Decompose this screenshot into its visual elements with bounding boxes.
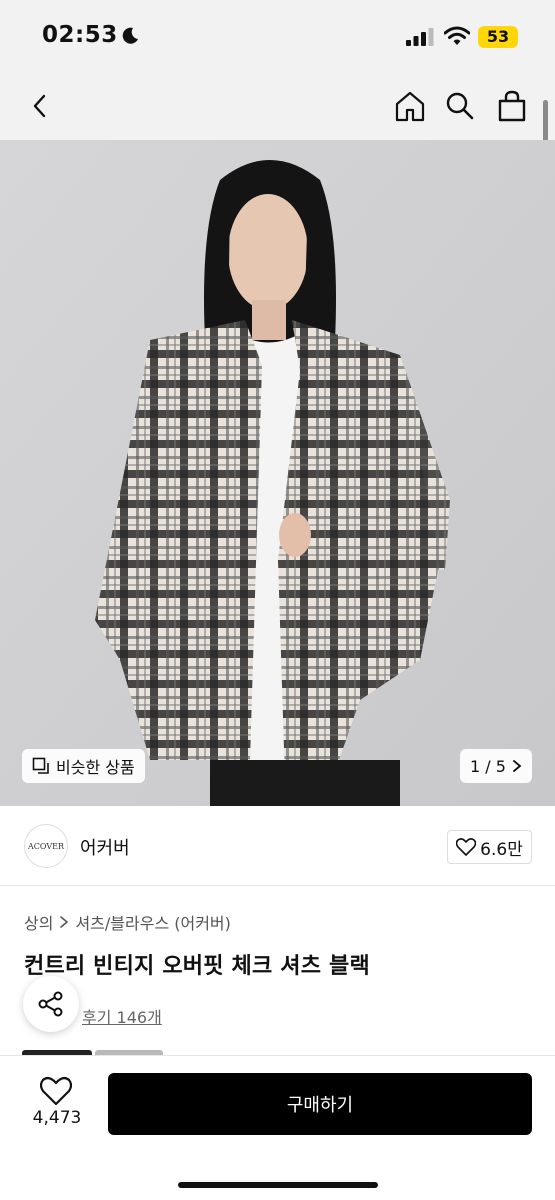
battery-icon: 53 (478, 26, 518, 48)
share-button[interactable] (23, 976, 79, 1032)
buy-button[interactable]: 구매하기 (108, 1073, 532, 1135)
brand-like-count: 6.6만 (480, 839, 523, 860)
reviews-link[interactable]: 후기 146개 (82, 1004, 162, 1028)
product-photo (0, 140, 555, 806)
search-button[interactable] (442, 88, 478, 124)
chevron-right-icon (60, 916, 69, 928)
battery-level: 53 (486, 27, 510, 46)
status-bar: 02:53 53 (0, 0, 555, 74)
image-pager[interactable]: 1 / 5 (460, 749, 532, 783)
status-time: 02:53 (42, 22, 118, 48)
moon-icon (122, 27, 138, 44)
breadcrumb-item-category[interactable]: 상의 (24, 910, 53, 934)
chevron-right-icon (513, 760, 522, 772)
breadcrumb-item-subcategory[interactable]: 셔츠/블라우스 (어커버) (75, 910, 230, 934)
bottom-action-bar: 4,473 구매하기 (0, 1055, 555, 1200)
breadcrumb: 상의 셔츠/블라우스 (어커버) (24, 910, 231, 934)
buy-button-label: 구매하기 (286, 1095, 354, 1116)
back-arrow-icon (33, 94, 46, 118)
brand-logo[interactable]: ACOVER (24, 824, 68, 868)
search-icon (446, 92, 474, 120)
cart-button[interactable] (494, 88, 530, 124)
similar-products-icon (32, 757, 49, 774)
share-icon (38, 991, 63, 1017)
product-title: 컨트리 빈티지 오버핏 체크 셔츠 블랙 (24, 954, 370, 979)
product-image[interactable]: 비슷한 상품 1 / 5 (0, 140, 555, 806)
similar-products-button[interactable]: 비슷한 상품 (22, 749, 145, 783)
brand-like-button[interactable]: 6.6만 (447, 830, 532, 864)
pager-text: 1 / 5 (470, 756, 506, 776)
wifi-icon (444, 26, 470, 45)
brand-name[interactable]: 어커버 (80, 834, 130, 860)
home-icon (395, 91, 425, 122)
back-button[interactable] (22, 88, 58, 124)
shopping-bag-icon (498, 90, 526, 122)
signal-icon (406, 28, 434, 46)
nav-bar (0, 74, 555, 140)
wishlist-heart-icon[interactable] (40, 1076, 72, 1106)
wishlist-count: 4,473 (32, 1108, 82, 1128)
heart-icon (456, 838, 477, 856)
home-button[interactable] (392, 88, 428, 124)
brand-logo-text: ACOVER (28, 841, 64, 851)
similar-products-label: 비슷한 상품 (56, 758, 135, 777)
home-indicator (178, 1182, 378, 1188)
brand-row: ACOVER 어커버 6.6만 (0, 806, 555, 886)
